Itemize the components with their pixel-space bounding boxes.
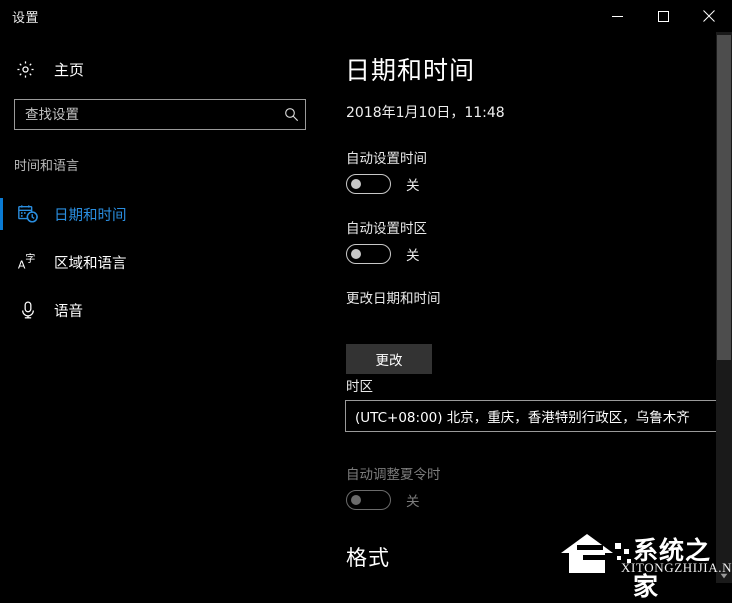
sidebar-item-home[interactable]: 主页 xyxy=(14,52,84,86)
language-a-icon: A 字 xyxy=(14,248,42,276)
scroll-down-arrow-icon[interactable] xyxy=(716,569,732,583)
title-bar: 设置 xyxy=(0,0,732,32)
gear-icon xyxy=(14,58,36,80)
sidebar-item-region-language[interactable]: A 字 区域和语言 xyxy=(0,238,340,286)
vertical-scrollbar[interactable] xyxy=(716,32,732,583)
maximize-button[interactable] xyxy=(640,0,686,32)
sidebar-item-speech[interactable]: 语音 xyxy=(0,286,340,334)
auto-time-toggle-row: 关 xyxy=(346,174,420,194)
auto-time-state: 关 xyxy=(406,178,420,194)
daylight-saving-toggle xyxy=(346,490,391,510)
sidebar: 主页 时间和语言 xyxy=(0,32,340,583)
daylight-saving-label: 自动调整夏令时 xyxy=(346,467,441,483)
sidebar-item-label: 区域和语言 xyxy=(54,255,127,272)
close-button[interactable] xyxy=(686,0,732,32)
auto-timezone-label: 自动设置时区 xyxy=(346,221,427,237)
home-label: 主页 xyxy=(54,60,85,79)
auto-time-toggle[interactable] xyxy=(346,174,391,194)
format-heading: 格式 xyxy=(346,546,390,570)
auto-timezone-toggle-row: 关 xyxy=(346,244,420,264)
window-controls xyxy=(594,0,732,32)
toggle-knob xyxy=(351,249,361,259)
scrollbar-thumb[interactable] xyxy=(717,35,731,360)
sidebar-group-header: 时间和语言 xyxy=(14,159,80,174)
svg-text:字: 字 xyxy=(25,252,35,265)
sidebar-nav-list: 日期和时间 A 字 区域和语言 语音 xyxy=(0,190,340,334)
auto-time-label: 自动设置时间 xyxy=(346,151,427,167)
search-box[interactable] xyxy=(14,99,306,130)
sidebar-item-date-time[interactable]: 日期和时间 xyxy=(0,190,340,238)
timezone-dropdown[interactable]: (UTC+08:00) 北京，重庆，香港特别行政区，乌鲁木齐 xyxy=(345,400,717,432)
selected-accent-bar xyxy=(0,198,3,230)
current-datetime: 2018年1月10日，11:48 xyxy=(346,105,505,121)
maximize-icon xyxy=(657,10,669,22)
auto-timezone-toggle[interactable] xyxy=(346,244,391,264)
toggle-knob xyxy=(351,179,361,189)
change-datetime-label: 更改日期和时间 xyxy=(346,291,441,307)
search-icon[interactable] xyxy=(277,100,305,129)
window-title: 设置 xyxy=(12,11,40,26)
calendar-clock-icon xyxy=(14,200,42,228)
sidebar-item-label: 语音 xyxy=(54,303,83,320)
timezone-value: (UTC+08:00) 北京，重庆，香港特别行政区，乌鲁木齐 xyxy=(355,410,690,426)
minimize-icon xyxy=(611,11,623,22)
main-content: 日期和时间 2018年1月10日，11:48 自动设置时间 关 自动设置时区 关… xyxy=(340,32,732,583)
toggle-knob xyxy=(351,495,361,505)
page-title: 日期和时间 xyxy=(345,56,476,85)
minimize-button[interactable] xyxy=(594,0,640,32)
daylight-saving-state: 关 xyxy=(406,494,420,510)
change-button[interactable]: 更改 xyxy=(346,344,432,374)
sidebar-item-label: 日期和时间 xyxy=(54,207,127,224)
close-icon xyxy=(703,10,715,22)
auto-timezone-state: 关 xyxy=(406,248,420,264)
daylight-saving-toggle-row: 关 xyxy=(346,490,420,510)
search-input[interactable] xyxy=(15,100,277,129)
timezone-label: 时区 xyxy=(346,379,373,395)
microphone-icon xyxy=(14,296,42,324)
